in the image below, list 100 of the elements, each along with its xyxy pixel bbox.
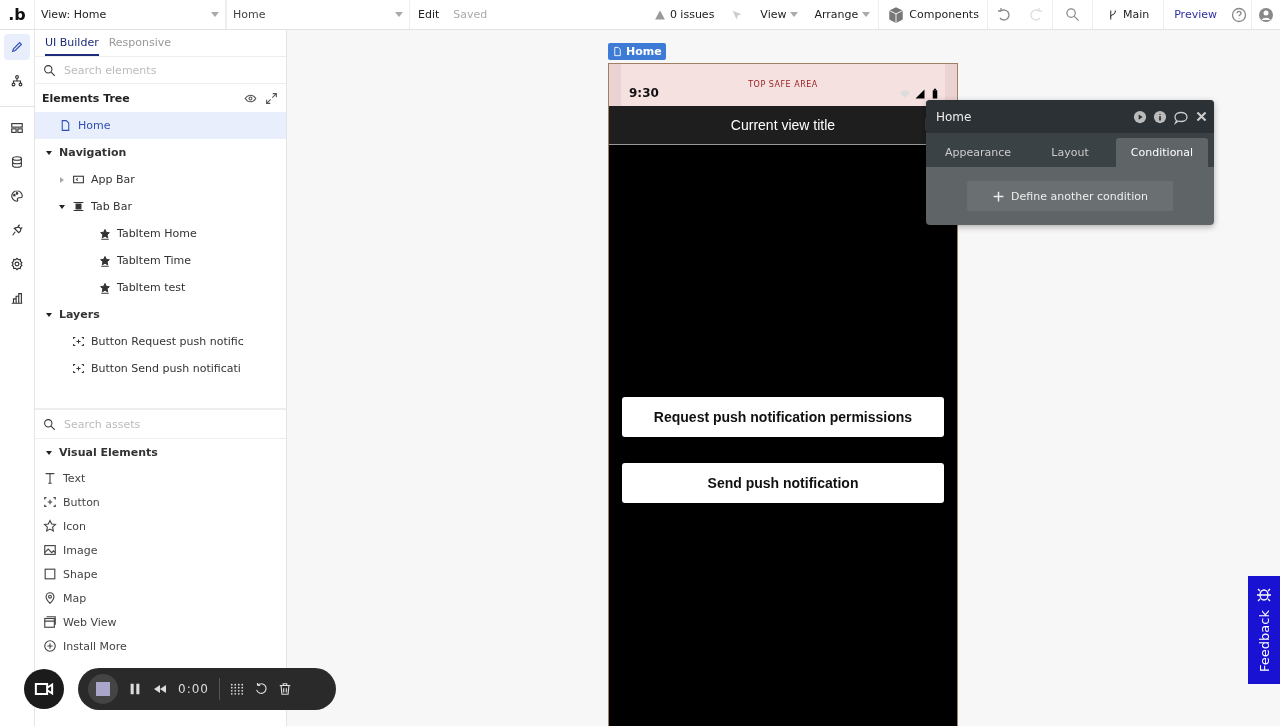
palette-icon bbox=[10, 189, 24, 203]
edit-menu[interactable]: Edit bbox=[410, 0, 448, 29]
user-icon bbox=[1258, 6, 1274, 23]
info-button[interactable] bbox=[1153, 109, 1167, 124]
pencil-icon bbox=[10, 40, 24, 54]
button-element-icon bbox=[43, 495, 57, 509]
search-icon bbox=[1064, 7, 1080, 22]
preview-button[interactable]: Preview bbox=[1164, 0, 1227, 29]
database-icon bbox=[10, 155, 24, 169]
close-icon bbox=[1195, 110, 1208, 123]
components-button[interactable]: Components bbox=[879, 0, 987, 29]
play-button[interactable] bbox=[1133, 109, 1147, 124]
page-tag[interactable]: Home bbox=[608, 43, 666, 60]
caret-icon[interactable] bbox=[45, 148, 53, 157]
page-icon bbox=[612, 46, 623, 57]
asset-item[interactable]: Web View bbox=[35, 610, 286, 634]
asset-item[interactable]: Image bbox=[35, 538, 286, 562]
asset-item[interactable]: Text bbox=[35, 466, 286, 490]
tree-item[interactable]: Button Request push notific bbox=[35, 328, 286, 355]
editor-tab[interactable]: Conditional bbox=[1116, 138, 1208, 167]
plus-circle-icon bbox=[43, 639, 57, 653]
sidebar-tab[interactable] bbox=[4, 34, 30, 60]
page-dropdown[interactable]: Home bbox=[226, 0, 410, 29]
asset-group[interactable]: Visual Elements bbox=[35, 439, 286, 466]
hierarchy-icon bbox=[10, 74, 24, 88]
pause-button[interactable] bbox=[128, 682, 142, 696]
warning-icon bbox=[653, 8, 666, 21]
caret-icon[interactable] bbox=[58, 202, 66, 211]
undo-icon bbox=[995, 6, 1012, 23]
tree-item[interactable]: App Bar bbox=[35, 166, 286, 193]
wifi-icon bbox=[899, 88, 911, 100]
dropdown-caret-icon bbox=[211, 11, 219, 18]
layout-icon bbox=[10, 121, 24, 135]
cube-icon bbox=[887, 5, 906, 24]
tab-bar-icon bbox=[72, 200, 85, 213]
expand-icon bbox=[265, 91, 278, 105]
search-icon bbox=[43, 417, 56, 431]
logo[interactable]: .b bbox=[0, 0, 34, 29]
search-field[interactable]: Search elements bbox=[64, 63, 278, 77]
asset-item[interactable]: Button bbox=[35, 490, 286, 514]
stop-button[interactable] bbox=[88, 674, 118, 704]
panel-tab[interactable]: UI Builder bbox=[45, 30, 99, 56]
grid-button[interactable] bbox=[229, 682, 244, 696]
star-icon bbox=[99, 227, 111, 240]
issues-button[interactable]: 0 issues bbox=[645, 0, 723, 29]
tree-item[interactable]: TabItem test bbox=[35, 274, 286, 301]
app-button[interactable]: Send push notification bbox=[622, 463, 944, 503]
bug-icon bbox=[1256, 586, 1272, 602]
save-status: Saved bbox=[452, 8, 488, 21]
delete-button[interactable] bbox=[277, 682, 292, 696]
tree-item[interactable]: TabItem Home bbox=[35, 220, 286, 247]
tree-item[interactable]: Layers bbox=[35, 301, 286, 328]
safe-area-label: TOP SAFE AREA bbox=[747, 80, 819, 89]
asset-item[interactable]: Icon bbox=[35, 514, 286, 538]
square-icon bbox=[43, 567, 57, 581]
branch-button[interactable]: Main bbox=[1092, 0, 1164, 29]
stop-icon bbox=[95, 681, 111, 697]
tree-item[interactable]: Navigation bbox=[35, 139, 286, 166]
play-icon bbox=[1133, 109, 1147, 124]
app-bar-icon bbox=[72, 173, 85, 186]
plus-icon bbox=[992, 189, 1006, 203]
menu-button[interactable]: View bbox=[752, 0, 807, 29]
star-icon bbox=[99, 254, 111, 267]
view-title: Current view title bbox=[730, 117, 836, 133]
add-condition-button[interactable]: Define another condition bbox=[967, 181, 1173, 211]
image-icon bbox=[43, 543, 57, 557]
tree-item[interactable]: Tab Bar bbox=[35, 193, 286, 220]
restart-icon bbox=[253, 682, 268, 696]
editor-tab[interactable]: Appearance bbox=[932, 138, 1024, 167]
tree-item[interactable]: Home bbox=[35, 112, 286, 139]
menu-button[interactable]: Arrange bbox=[806, 0, 879, 29]
feedback-tab[interactable]: Feedback bbox=[1248, 576, 1280, 684]
trash-icon bbox=[277, 682, 292, 696]
caret-icon[interactable] bbox=[45, 448, 53, 457]
close-button[interactable] bbox=[1195, 110, 1208, 123]
asset-item[interactable]: Shape bbox=[35, 562, 286, 586]
dots-grid-icon bbox=[229, 682, 244, 696]
recording-time: 0:00 bbox=[178, 682, 209, 696]
page-icon bbox=[59, 119, 72, 132]
info-icon bbox=[1153, 109, 1167, 124]
signal-icon bbox=[914, 88, 926, 100]
settings-icon bbox=[10, 257, 24, 271]
restart-button[interactable] bbox=[253, 682, 268, 696]
chart-icon bbox=[10, 291, 24, 305]
asset-item[interactable]: Map bbox=[35, 586, 286, 610]
app-button[interactable]: Request push notification permissions bbox=[622, 397, 944, 437]
dropdown-caret-icon bbox=[790, 11, 799, 18]
editor-title: Home bbox=[936, 109, 973, 124]
search-field[interactable]: Search assets bbox=[64, 417, 278, 431]
tree-item[interactable]: TabItem Time bbox=[35, 247, 286, 274]
search-icon bbox=[43, 63, 56, 77]
text-icon bbox=[43, 471, 57, 485]
plug-icon bbox=[10, 223, 24, 237]
status-time: 9:30 bbox=[629, 86, 659, 100]
tree-item[interactable]: Button Send push notificati bbox=[35, 355, 286, 382]
caret-icon[interactable] bbox=[45, 310, 53, 319]
editor-tab[interactable]: Layout bbox=[1024, 138, 1116, 167]
redo-icon bbox=[1027, 6, 1044, 23]
view-dropdown[interactable]: View: Home bbox=[34, 0, 226, 29]
asset-item[interactable]: Install More bbox=[35, 634, 286, 658]
